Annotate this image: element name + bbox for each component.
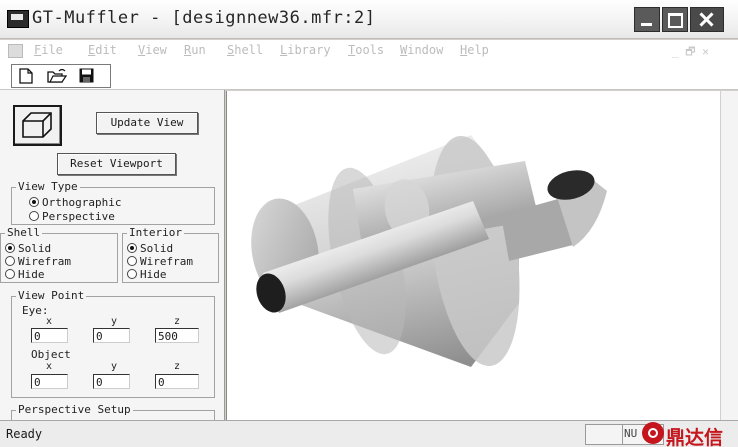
menu-file[interactable]: File [34,43,63,57]
radio-indicator [127,256,137,266]
num-lock-indicator: NU [624,427,638,440]
open-folder-icon[interactable] [44,67,67,85]
radio-shell-solid[interactable]: Solid [5,242,51,255]
object-z-label: z [174,361,181,372]
view-control-panel: Update View Reset Viewport View Type Ort… [0,90,225,423]
reset-viewport-button[interactable]: Reset Viewport [57,153,176,175]
object-x-label: x [46,361,53,372]
radio-perspective[interactable]: Perspective [29,210,115,223]
view-type-legend: View Type [16,180,80,194]
radio-indicator [5,256,15,266]
menu-bar: File Edit View Run Shell Library Tools W… [0,40,738,61]
radio-indicator [29,197,39,207]
view-type-group: View Type Orthographic Perspective [11,180,215,225]
interior-group: Interior Solid Wirefram Hide [122,226,219,283]
app-window: GT-Muffler - [designnew36.mfr:2] File Ed… [0,0,738,447]
interior-legend: Interior [127,226,184,240]
muffler-model [251,135,607,367]
watermark-text: 鼎达信 [666,427,724,447]
radio-interior-hide[interactable]: Hide [127,268,167,281]
status-bar: Ready NU 鼎达信 [0,420,738,447]
file-toolbar-group [11,64,111,88]
minimize-button[interactable] [634,7,660,32]
radio-indicator [127,243,137,253]
perspective-setup-legend: Perspective Setup [16,403,133,417]
toolbar [0,61,738,90]
eye-y-input[interactable]: 0 [93,328,130,343]
mdi-window-controls[interactable]: _ 🗗 ✕ [672,43,709,62]
view-cube-button[interactable] [13,105,62,146]
radio-interior-wireframe[interactable]: Wirefram [127,255,193,268]
app-icon[interactable] [7,10,29,28]
3d-viewport[interactable] [226,91,720,420]
window-title: GT-Muffler - [designnew36.mfr:2] [32,8,376,28]
eye-x-input[interactable]: 0 [31,328,68,343]
eye-z-input[interactable]: 500 [155,328,199,343]
status-cell-caps [585,424,623,445]
radio-indicator [5,243,15,253]
status-text: Ready [6,427,43,441]
radio-indicator [29,211,39,221]
menu-library[interactable]: Library [280,43,331,57]
save-disk-icon[interactable] [76,67,98,85]
radio-shell-hide[interactable]: Hide [5,268,45,281]
radio-interior-solid[interactable]: Solid [127,242,173,255]
viewport-side-strip [720,91,738,420]
radio-orthographic[interactable]: Orthographic [29,196,121,209]
eye-z-label: z [174,316,181,327]
radio-indicator [127,269,137,279]
shell-legend: Shell [5,226,43,240]
menu-edit[interactable]: Edit [88,43,117,57]
document-icon[interactable] [8,44,23,58]
object-y-input[interactable]: 0 [93,374,130,389]
menu-tools[interactable]: Tools [348,43,384,57]
object-label: Object [31,348,71,361]
radio-shell-wireframe[interactable]: Wirefram [5,255,71,268]
update-view-button[interactable]: Update View [96,112,198,134]
eye-x-label: x [46,316,53,327]
view-point-group: View Point Eye: x y z 0 0 500 Object x y… [11,289,215,398]
object-y-label: y [111,361,118,372]
view-cube-icon [22,112,52,138]
eye-y-label: y [111,316,118,327]
menu-help[interactable]: Help [460,43,489,57]
menu-view[interactable]: View [138,43,167,57]
menu-run[interactable]: Run [184,43,206,57]
menu-shell[interactable]: Shell [227,43,263,57]
title-bar[interactable]: GT-Muffler - [designnew36.mfr:2] [0,0,738,39]
maximize-button[interactable] [662,7,688,32]
object-z-input[interactable]: 0 [155,374,199,389]
object-x-input[interactable]: 0 [31,374,68,389]
view-point-legend: View Point [16,289,87,303]
close-button[interactable] [690,7,724,32]
eye-label: Eye: [22,304,49,317]
radio-indicator [5,269,15,279]
new-file-icon[interactable] [16,67,38,85]
menu-window[interactable]: Window [400,43,443,57]
watermark-logo-icon [642,422,664,444]
shell-group: Shell Solid Wirefram Hide [0,226,118,283]
